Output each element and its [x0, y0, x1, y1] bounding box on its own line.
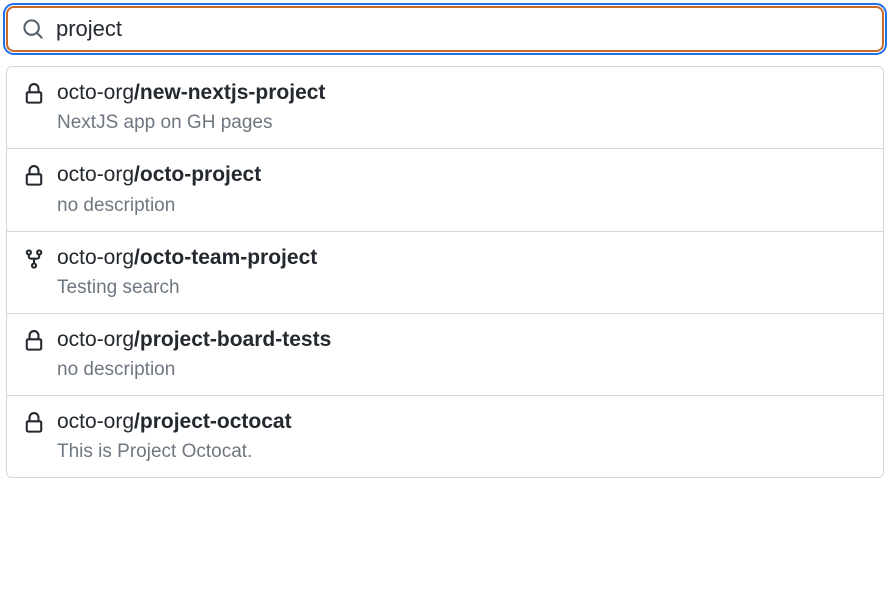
repo-org: octo-org — [57, 328, 134, 351]
result-text: octo-org/project-octocat This is Project … — [57, 408, 292, 463]
repo-name: octo-project — [140, 163, 261, 186]
repo-org: octo-org — [57, 410, 134, 433]
lock-icon — [23, 412, 45, 434]
fork-icon — [23, 248, 45, 270]
result-text: octo-org/project-board-tests no descripti… — [57, 326, 331, 381]
repo-description: NextJS app on GH pages — [57, 112, 325, 134]
search-box[interactable] — [6, 6, 884, 52]
repo-org: octo-org — [57, 246, 134, 269]
repo-description: Testing search — [57, 277, 317, 299]
search-results-list: octo-org/new-nextjs-project NextJS app on… — [6, 66, 884, 478]
repo-description: no description — [57, 359, 331, 381]
repo-full-name: octo-org/octo-team-project — [57, 244, 317, 271]
result-item[interactable]: octo-org/octo-project no description — [7, 149, 883, 231]
lock-icon — [23, 83, 45, 105]
result-item[interactable]: octo-org/project-octocat This is Project … — [7, 396, 883, 477]
lock-icon — [23, 330, 45, 352]
result-text: octo-org/new-nextjs-project NextJS app on… — [57, 79, 325, 134]
repo-org: octo-org — [57, 81, 134, 104]
repo-org: octo-org — [57, 163, 134, 186]
repo-name: new-nextjs-project — [140, 81, 326, 104]
repo-full-name: octo-org/project-board-tests — [57, 326, 331, 353]
result-item[interactable]: octo-org/octo-team-project Testing search — [7, 232, 883, 314]
result-item[interactable]: octo-org/new-nextjs-project NextJS app on… — [7, 67, 883, 149]
lock-icon — [23, 165, 45, 187]
repo-name: octo-team-project — [140, 246, 317, 269]
repo-name: project-board-tests — [140, 328, 331, 351]
repo-name: project-octocat — [140, 410, 292, 433]
search-input[interactable] — [56, 16, 868, 42]
result-text: octo-org/octo-team-project Testing search — [57, 244, 317, 299]
repo-description: no description — [57, 195, 261, 217]
repo-full-name: octo-org/octo-project — [57, 161, 261, 188]
search-icon — [22, 18, 44, 40]
result-item[interactable]: octo-org/project-board-tests no descripti… — [7, 314, 883, 396]
result-text: octo-org/octo-project no description — [57, 161, 261, 216]
repo-full-name: octo-org/project-octocat — [57, 408, 292, 435]
repo-full-name: octo-org/new-nextjs-project — [57, 79, 325, 106]
repo-description: This is Project Octocat. — [57, 441, 292, 463]
